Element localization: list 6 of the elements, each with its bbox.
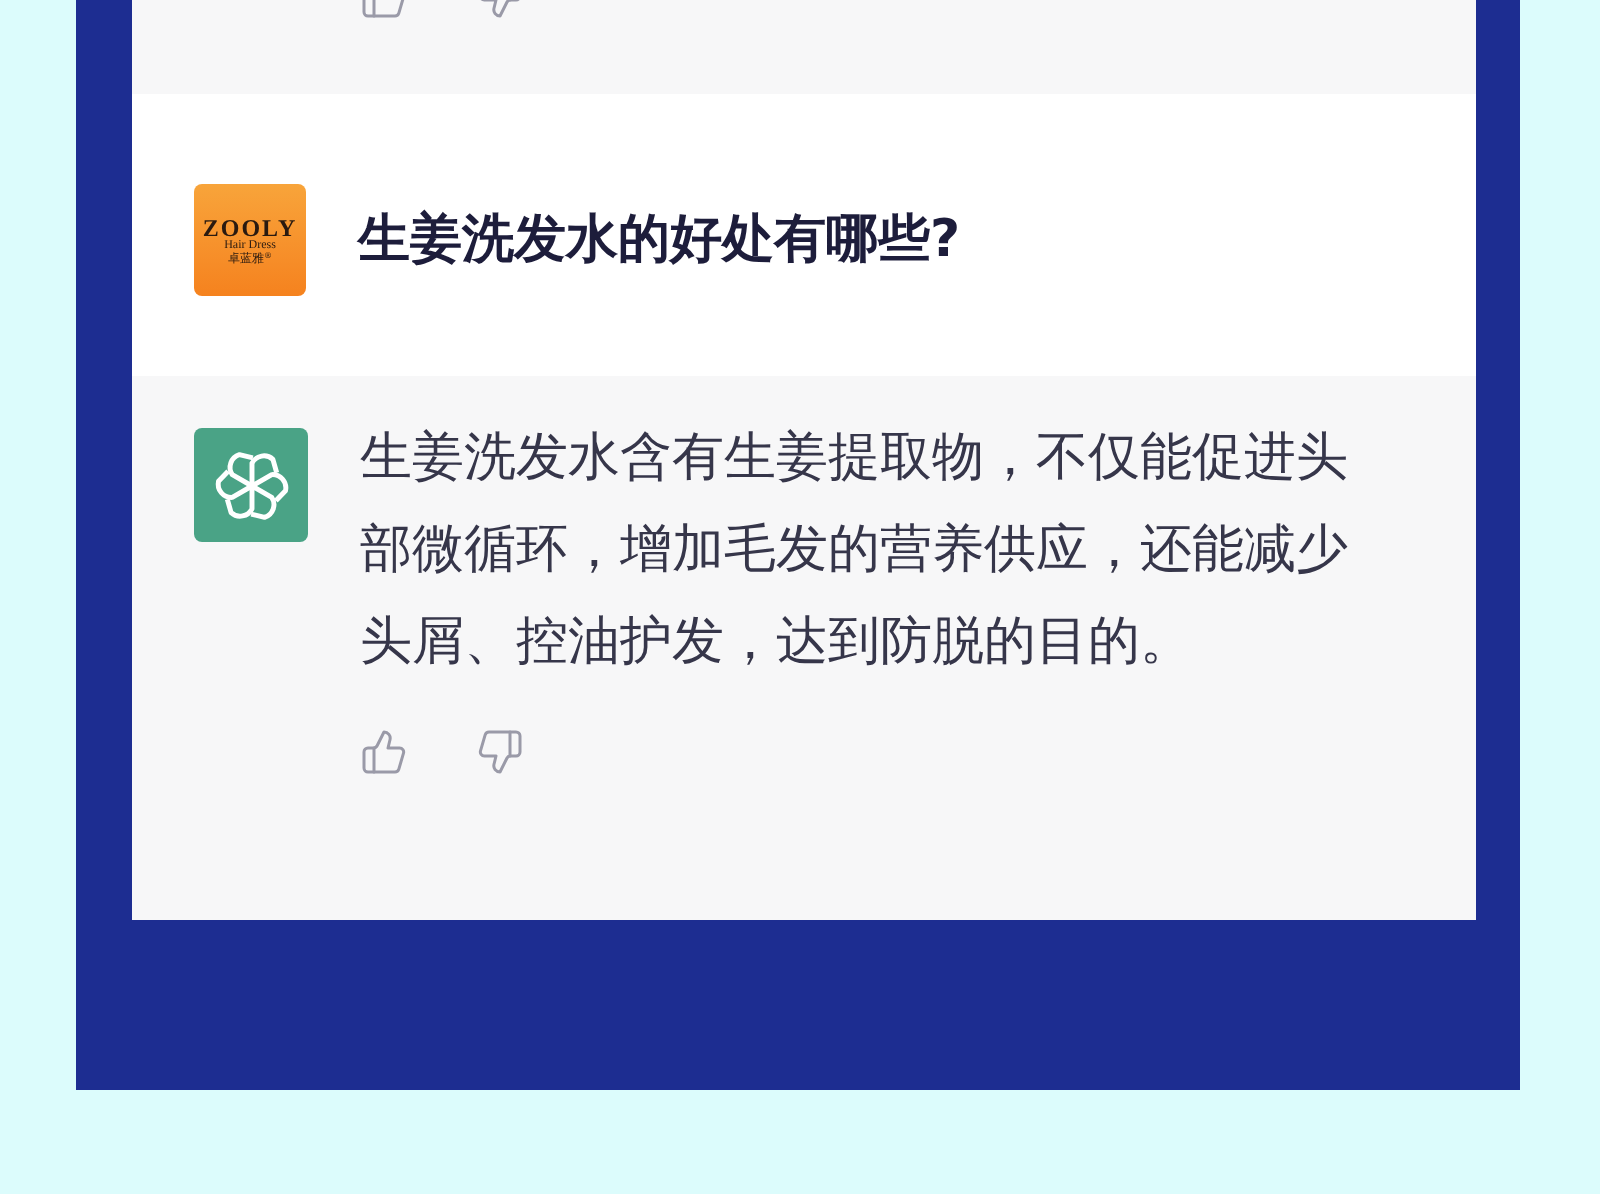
thumbs-up-icon[interactable] (360, 728, 408, 776)
thumbs-down-icon[interactable] (476, 728, 524, 776)
question-text: 生姜洗发水的好处有哪些? (358, 207, 961, 273)
logo-brand: ZOOLY (202, 215, 298, 239)
answer-text: 生姜洗发水含有生姜提取物，不仅能促进头部微循环，增加毛发的营养供应，还能减少头屑、控油护发，达到防脱的目的。 (360, 426, 1350, 676)
knot-icon (213, 447, 289, 523)
